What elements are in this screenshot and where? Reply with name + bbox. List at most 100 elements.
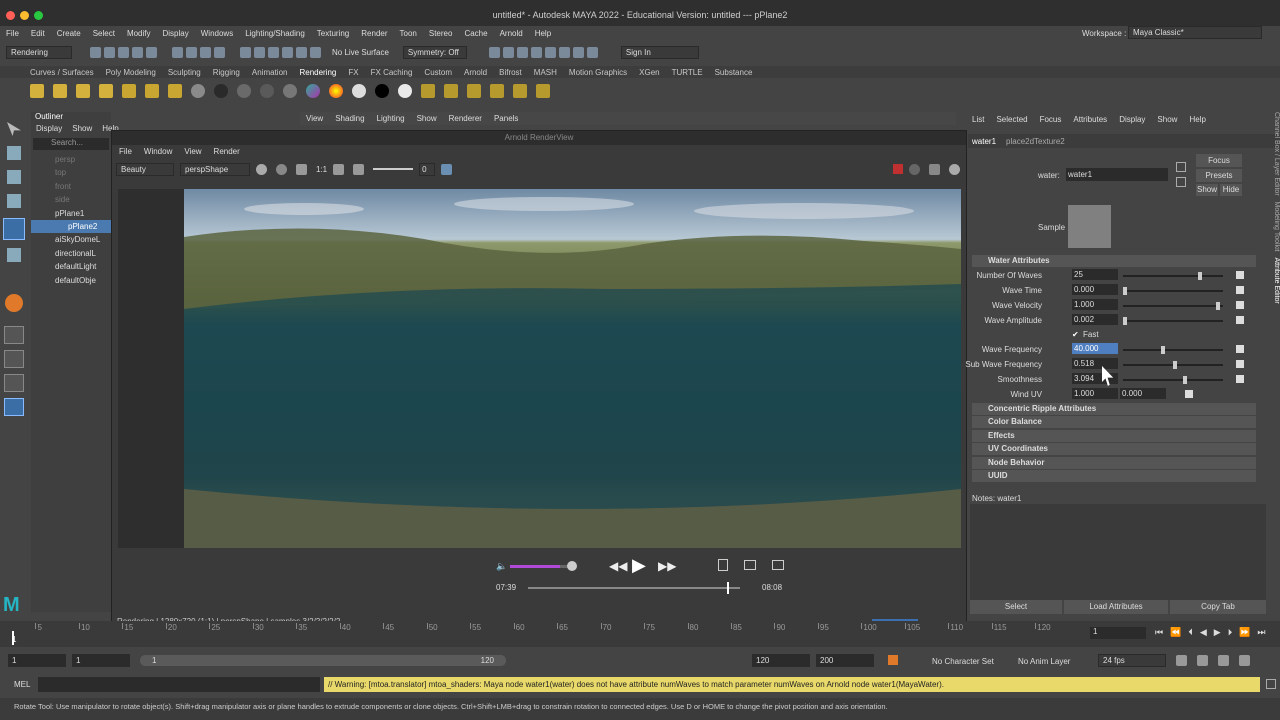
attr-slider[interactable] <box>1123 379 1223 381</box>
play-icon[interactable]: ▶ <box>632 555 646 576</box>
shelf-tab-bifrost[interactable]: Bifrost <box>499 68 522 77</box>
menu-arnold[interactable]: Arnold <box>500 29 523 38</box>
scrubber-knob[interactable] <box>727 582 730 594</box>
rv-menu-window[interactable]: Window <box>144 147 172 156</box>
render-setup-icon[interactable] <box>490 84 504 98</box>
attr-value-field[interactable]: 0.518 <box>1072 358 1118 369</box>
outliner-layout-icon[interactable] <box>4 398 24 416</box>
ae-menu-show[interactable]: Show <box>1157 115 1177 124</box>
play-forward-icon[interactable]: ▶ <box>1214 627 1221 638</box>
outliner-item-directional[interactable]: directionalL <box>55 247 111 260</box>
outliner-item-side[interactable]: side <box>55 193 111 206</box>
shader-white-icon[interactable] <box>352 84 366 98</box>
arnold-render-icon[interactable] <box>558 46 570 58</box>
save-scene-icon[interactable] <box>118 46 129 58</box>
step-forward-key-icon[interactable]: ⏩ <box>1239 627 1250 638</box>
viewport-menu-show[interactable]: Show <box>417 114 437 123</box>
four-view-icon[interactable] <box>4 350 24 368</box>
aov-dropdown[interactable]: Beauty <box>116 162 174 176</box>
single-view-icon[interactable] <box>4 326 24 344</box>
go-to-start-icon[interactable]: ⏮ <box>1155 627 1163 638</box>
rv-refresh-icon[interactable] <box>909 163 920 175</box>
airplay-icon[interactable] <box>744 560 756 570</box>
point-light-icon[interactable] <box>53 84 67 98</box>
viewport-menu-renderer[interactable]: Renderer <box>449 114 482 123</box>
menu-lighting-shading[interactable]: Lighting/Shading <box>245 29 305 38</box>
mel-label[interactable]: MEL <box>14 680 30 689</box>
new-scene-icon[interactable] <box>90 46 101 58</box>
paint-select-icon[interactable] <box>7 170 21 184</box>
menu-create[interactable]: Create <box>57 29 81 38</box>
outliner-item-pplane1[interactable]: pPlane1 <box>55 207 111 220</box>
lock-selection-icon[interactable] <box>214 46 225 58</box>
loop-icon[interactable] <box>1176 655 1187 666</box>
map-texture-icon[interactable] <box>1236 271 1244 279</box>
auto-key-icon[interactable] <box>888 655 898 665</box>
node-output-icon[interactable] <box>1176 177 1186 187</box>
go-to-end-icon[interactable]: ⏭ <box>1257 627 1265 638</box>
shader-dark-icon[interactable] <box>260 84 274 98</box>
rewind-icon[interactable]: ◀◀ <box>609 559 627 573</box>
outliner-item-skydome[interactable]: aiSkyDomeL <box>55 233 111 246</box>
scene-end-field[interactable]: 200 <box>816 654 874 667</box>
fps-dropdown[interactable]: 24 fps <box>1098 654 1166 667</box>
rv-region-icon[interactable] <box>333 163 345 175</box>
render-layer-icon[interactable] <box>444 84 458 98</box>
hide-button[interactable]: Hide <box>1220 184 1242 196</box>
attr-slider[interactable] <box>1123 349 1223 351</box>
volume-icon[interactable]: 🔈 <box>496 561 508 571</box>
attr-slider-knob[interactable] <box>1123 317 1127 325</box>
shelf-tab-rigging[interactable]: Rigging <box>213 68 240 77</box>
rv-settings-icon[interactable] <box>949 163 960 175</box>
menu-texturing[interactable]: Texturing <box>317 29 349 38</box>
viewport-menu-shading[interactable]: Shading <box>335 114 364 123</box>
load-attributes-button[interactable]: Load Attributes <box>1064 600 1168 614</box>
section-node-behavior[interactable]: Node Behavior <box>972 457 1256 469</box>
attr-slider-knob[interactable] <box>1123 287 1127 295</box>
attr-slider-knob[interactable] <box>1216 302 1221 310</box>
pip-icon[interactable] <box>772 560 784 570</box>
attr-value-field[interactable]: 25 <box>1072 269 1118 280</box>
two-view-icon[interactable] <box>4 374 24 392</box>
side-tab-modeling-toolkit[interactable]: Modeling Toolkit <box>1273 202 1280 252</box>
attr-slider-knob[interactable] <box>1172 361 1177 369</box>
last-tool-icon[interactable] <box>5 294 23 312</box>
hypershade-icon[interactable] <box>544 46 556 58</box>
select-tool-icon[interactable] <box>7 122 21 136</box>
shelf-tab-animation[interactable]: Animation <box>252 68 288 77</box>
menu-file[interactable]: File <box>6 29 19 38</box>
menu-toon[interactable]: Toon <box>400 29 417 38</box>
render-pass-icon[interactable] <box>467 84 481 98</box>
snap-surface-icon[interactable] <box>296 46 307 58</box>
attr-value-field-selected[interactable]: 40.000 <box>1072 343 1118 354</box>
outliner-search[interactable]: Search... <box>33 138 109 150</box>
rv-stop-icon[interactable] <box>893 164 903 174</box>
menuset-dropdown[interactable]: Rendering <box>6 45 72 59</box>
side-tab-channel-box[interactable]: Channel Box / Layer Editor <box>1273 112 1280 196</box>
section-color-balance[interactable]: Color Balance <box>972 416 1256 428</box>
anim-prefs-icon[interactable] <box>1239 655 1250 666</box>
attr-value-field[interactable]: 0.002 <box>1072 314 1118 325</box>
shader-white-2-icon[interactable] <box>398 84 412 98</box>
playblast-icon[interactable] <box>572 46 584 58</box>
fast-forward-icon[interactable]: ▶▶ <box>658 559 676 573</box>
outliner-item-top[interactable]: top <box>55 166 111 179</box>
spot-light-icon[interactable] <box>76 84 90 98</box>
outliner-item-pplane2[interactable]: pPlane2 <box>31 220 111 234</box>
outliner-menu-display[interactable]: Display <box>36 124 62 133</box>
snap-grid-icon[interactable] <box>240 46 251 58</box>
select-hierarchy-icon[interactable] <box>172 46 183 58</box>
map-texture-icon[interactable] <box>1236 375 1244 383</box>
sound-icon[interactable] <box>1197 655 1208 666</box>
shelf-tab-substance[interactable]: Substance <box>715 68 753 77</box>
volume-light-icon[interactable] <box>122 84 136 98</box>
step-back-frame-icon[interactable]: ⏴ <box>1188 627 1193 638</box>
outliner-item-persp[interactable]: persp <box>55 153 111 166</box>
shader-black-icon[interactable] <box>214 84 228 98</box>
section-concentric-ripple[interactable]: Concentric Ripple Attributes <box>972 403 1256 415</box>
current-frame-field[interactable]: 1 <box>1090 627 1146 639</box>
attr-value-field[interactable]: 1.000 <box>1072 299 1118 310</box>
map-texture-icon[interactable] <box>1236 360 1244 368</box>
node-input-icon[interactable] <box>1176 162 1186 172</box>
ae-menu-focus[interactable]: Focus <box>1040 115 1062 124</box>
